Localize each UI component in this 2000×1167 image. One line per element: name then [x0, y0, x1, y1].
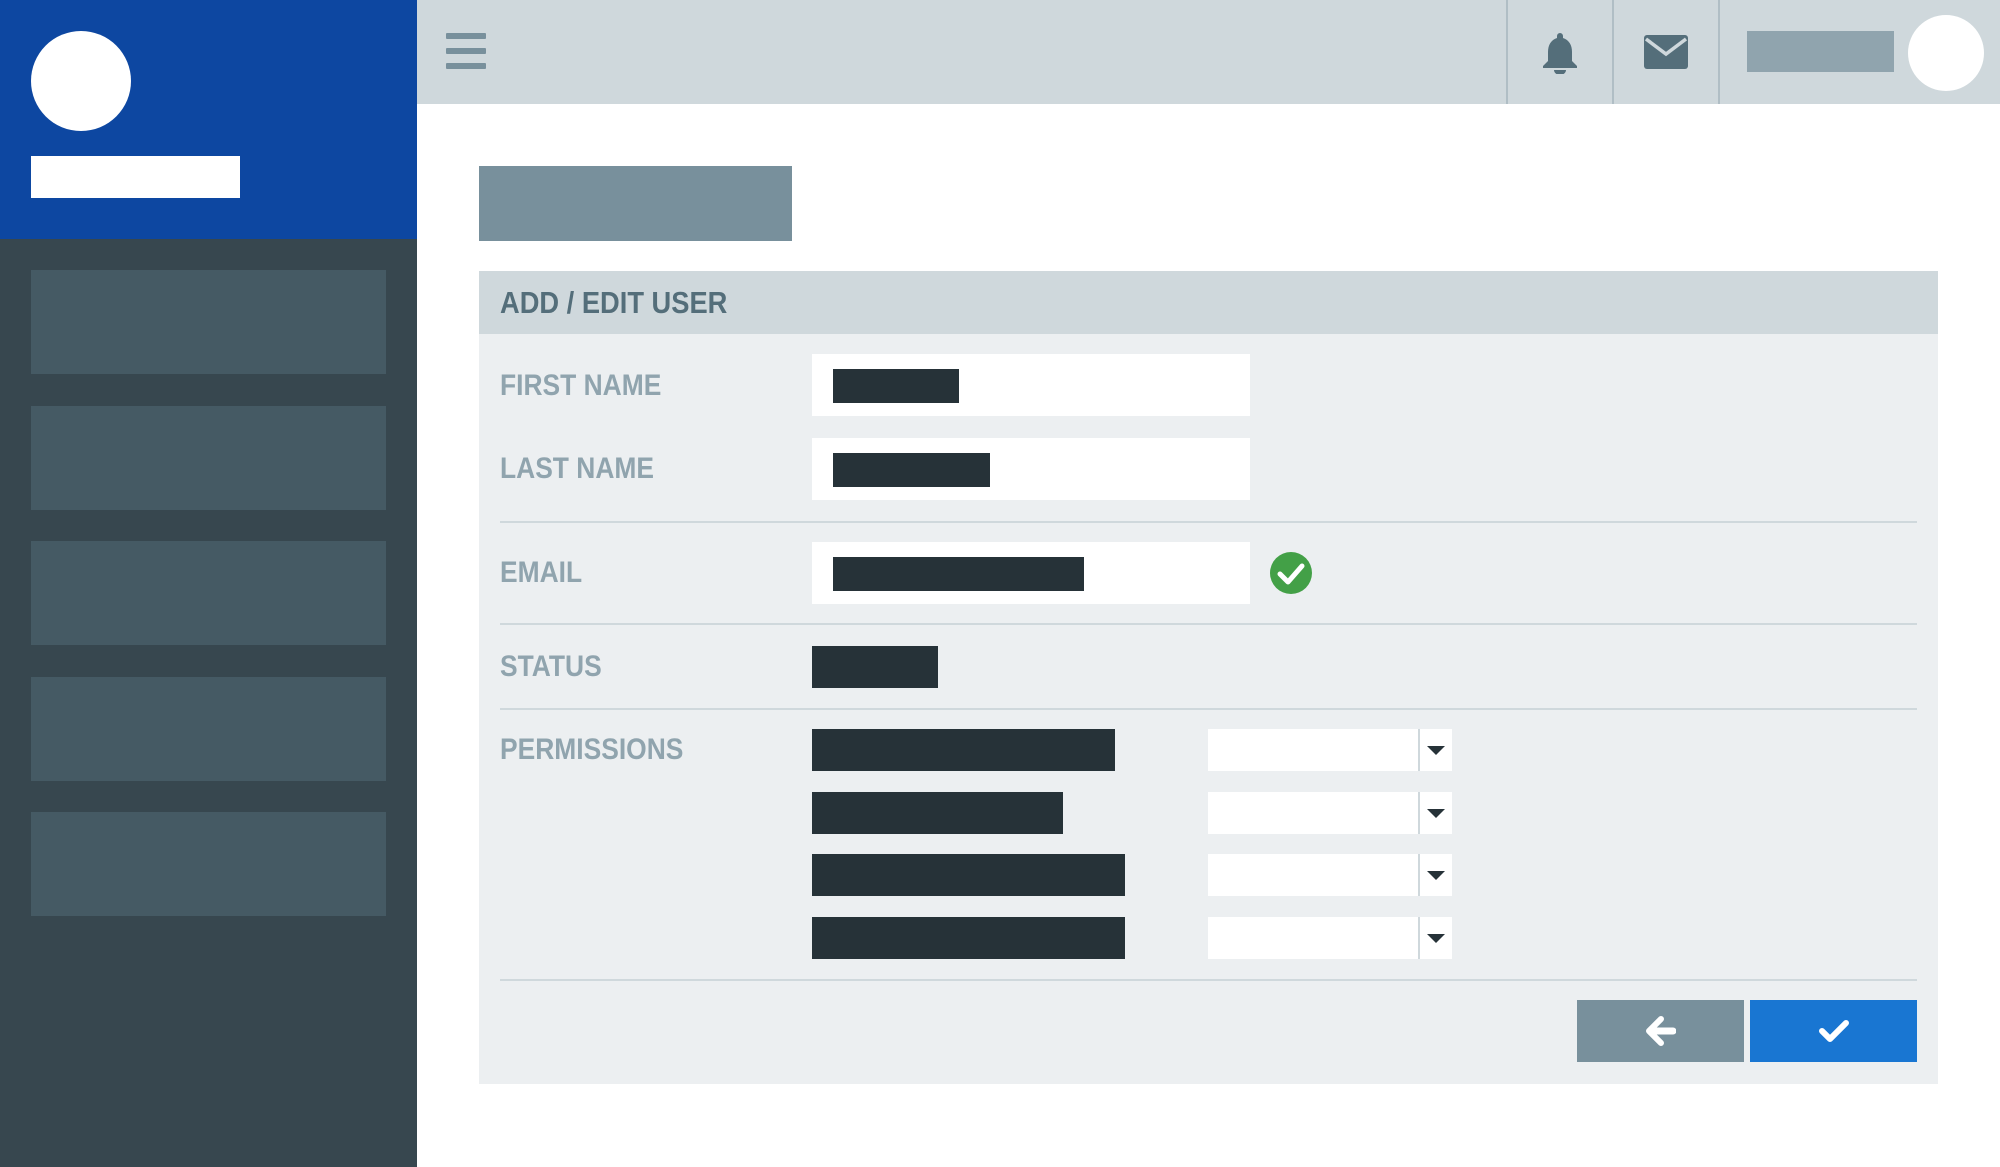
first-name-label: FIRST NAME	[500, 369, 662, 402]
first-name-input[interactable]	[812, 354, 1250, 416]
bell-icon	[1543, 33, 1577, 74]
divider	[500, 623, 1917, 625]
check-icon	[1818, 1020, 1849, 1042]
confirm-button[interactable]	[1750, 1000, 1917, 1062]
permission-name-placeholder	[812, 792, 1063, 834]
messages-button[interactable]	[1614, 0, 1718, 104]
caret-down-icon	[1427, 808, 1445, 818]
sidebar-item-1[interactable]	[31, 270, 386, 374]
notifications-button[interactable]	[1508, 0, 1612, 104]
permission-select-3[interactable]	[1208, 854, 1452, 896]
permission-select-1[interactable]	[1208, 729, 1452, 771]
brand-avatar	[31, 31, 131, 131]
dropdown-arrow[interactable]	[1418, 792, 1452, 834]
permission-name-placeholder	[812, 854, 1125, 896]
user-name-placeholder[interactable]	[1747, 31, 1894, 72]
permission-select-2[interactable]	[1208, 792, 1452, 834]
divider	[500, 521, 1917, 523]
arrow-left-icon	[1645, 1016, 1676, 1046]
last-name-input[interactable]	[812, 438, 1250, 500]
permission-name-placeholder	[812, 729, 1115, 771]
last-name-label: LAST NAME	[500, 452, 654, 485]
user-avatar[interactable]	[1908, 15, 1984, 91]
email-value-placeholder	[833, 557, 1084, 591]
last-name-value-placeholder	[833, 453, 990, 487]
divider	[500, 708, 1917, 710]
brand-name-placeholder	[31, 156, 240, 198]
status-label: STATUS	[500, 650, 602, 683]
dropdown-arrow[interactable]	[1418, 917, 1452, 959]
permission-name-placeholder	[812, 917, 1125, 959]
email-input[interactable]	[812, 542, 1250, 604]
email-label: EMAIL	[500, 556, 583, 589]
envelope-icon	[1644, 35, 1688, 69]
panel-title: ADD / EDIT USER	[500, 285, 728, 320]
sidebar-item-3[interactable]	[31, 541, 386, 645]
sidebar-item-5[interactable]	[31, 812, 386, 916]
sidebar-item-2[interactable]	[31, 406, 386, 510]
back-button[interactable]	[1577, 1000, 1744, 1062]
dropdown-arrow[interactable]	[1418, 729, 1452, 771]
menu-icon[interactable]	[446, 33, 486, 69]
topbar-divider	[1718, 0, 1720, 104]
permission-select-4[interactable]	[1208, 917, 1452, 959]
dropdown-arrow[interactable]	[1418, 854, 1452, 896]
sidebar-item-4[interactable]	[31, 677, 386, 781]
permissions-label: PERMISSIONS	[500, 733, 684, 766]
page-title-placeholder	[479, 166, 792, 241]
caret-down-icon	[1427, 933, 1445, 943]
caret-down-icon	[1427, 870, 1445, 880]
status-toggle-placeholder[interactable]	[812, 646, 938, 688]
check-circle-icon	[1270, 552, 1312, 594]
caret-down-icon	[1427, 745, 1445, 755]
divider	[500, 979, 1917, 981]
first-name-value-placeholder	[833, 369, 959, 403]
